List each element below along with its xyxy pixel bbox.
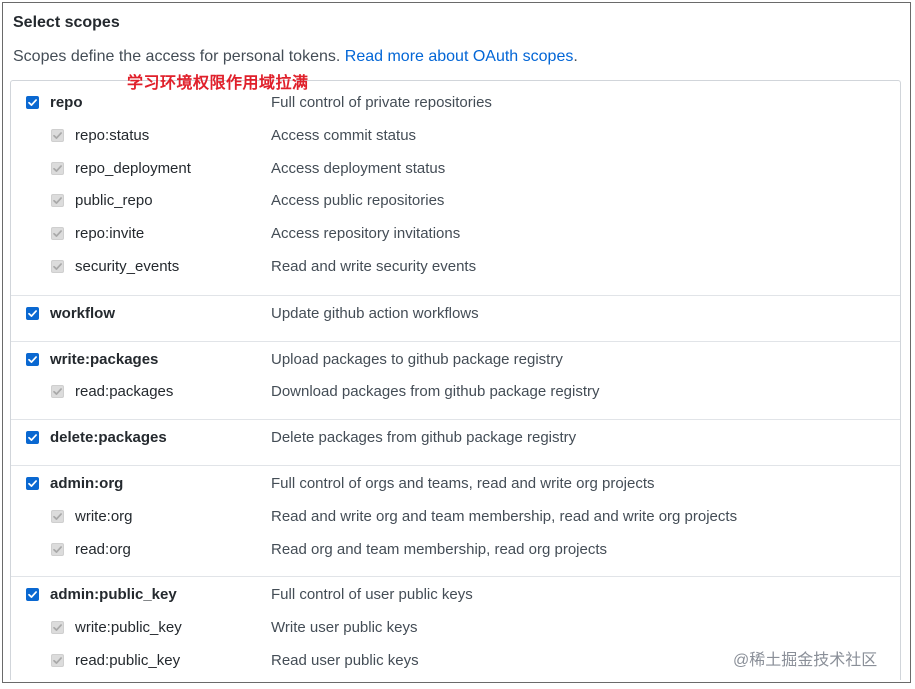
scope-description: Read org and team membership, read org p… <box>271 540 608 558</box>
scope-group: repo Full control of private repositories… <box>11 85 900 295</box>
section-title: Select scopes <box>13 14 120 31</box>
checkmark-icon <box>28 480 37 487</box>
section-description: Scopes define the access for personal to… <box>13 48 578 66</box>
scope-group: admin:public_key Full control of user pub… <box>11 576 900 688</box>
scope-row[interactable]: delete:packages Delete packages from gith… <box>11 424 900 457</box>
scope-name: write:packages <box>50 350 159 368</box>
scope-group: delete:packages Delete packages from gith… <box>11 419 900 466</box>
scope-name: repo:invite <box>75 225 145 243</box>
inherited-checkbox <box>51 161 64 175</box>
inherited-checkbox <box>51 227 64 241</box>
inherited-checkbox <box>51 128 64 142</box>
scope-row[interactable]: public_repo Access public repositories <box>11 187 900 220</box>
inherited-checkbox <box>51 621 64 635</box>
checkmark-icon <box>28 434 37 442</box>
scope-description: Full control of user public keys <box>271 586 473 604</box>
inherited-checkbox <box>51 260 64 273</box>
scope-description: Access deployment status <box>271 159 446 177</box>
checkmark-icon <box>53 230 62 238</box>
scope-name: workflow <box>50 304 116 322</box>
checkmark-icon <box>53 657 62 664</box>
scope-row[interactable]: workflow Update github action workflows <box>11 300 900 333</box>
scope-row[interactable]: admin:public_key Full control of user pub… <box>11 581 900 614</box>
scope-name: repo:status <box>75 126 150 144</box>
scope-description: Full control of orgs and teams, read and… <box>271 475 655 492</box>
scope-name: admin:org <box>50 475 124 492</box>
scope-name: admin:public_key <box>50 586 177 604</box>
inherited-checkbox <box>51 194 64 208</box>
watermark: @稀土掘金技术社区 <box>733 652 878 669</box>
checkmark-icon <box>53 388 62 396</box>
scope-checkbox[interactable] <box>26 96 39 109</box>
scope-description: Upload packages to github package regist… <box>271 350 563 368</box>
scope-name: read:org <box>75 540 131 558</box>
checkmark-icon <box>28 355 37 363</box>
scope-name: repo_deployment <box>75 159 191 177</box>
scope-checkbox[interactable] <box>26 588 39 602</box>
checkmark-icon <box>53 512 62 520</box>
scope-row[interactable]: read:packages Download packages from gith… <box>11 378 900 411</box>
scope-name: read:public_key <box>75 651 181 669</box>
checkmark-icon <box>53 164 62 172</box>
checkmark-icon <box>53 624 62 632</box>
checkmark-icon <box>28 591 37 599</box>
inherited-checkbox <box>51 385 64 399</box>
checkmark-icon <box>53 197 62 205</box>
scope-list: repo Full control of private repositories… <box>10 80 901 680</box>
scope-description: Write user public keys <box>271 619 418 637</box>
scope-group: workflow Update github action workflows <box>11 294 900 342</box>
scope-description: Delete packages from github package regi… <box>271 429 577 447</box>
scope-row[interactable]: security_events Read and write security e… <box>11 253 900 286</box>
scope-row[interactable]: admin:org Full control of orgs and teams,… <box>11 470 900 503</box>
scope-row[interactable]: repo:status Access commit status <box>11 122 900 155</box>
checkmark-icon <box>53 263 62 270</box>
checkmark-icon <box>28 99 37 106</box>
scope-row[interactable]: read:org Read org and team membership, re… <box>11 536 900 569</box>
scope-checkbox[interactable] <box>26 306 39 320</box>
inherited-checkbox <box>51 653 64 667</box>
scope-name: delete:packages <box>50 429 167 447</box>
scope-name: repo <box>50 94 83 111</box>
scope-name: read:packages <box>75 383 174 401</box>
scope-checkbox[interactable] <box>26 352 39 366</box>
scope-group: admin:org Full control of orgs and teams,… <box>11 465 900 577</box>
description-text: Scopes define the access for personal to… <box>13 48 341 65</box>
scope-row[interactable]: write:packages Upload packages to github … <box>11 346 900 379</box>
scope-description: Full control of private repositories <box>271 94 492 111</box>
description-suffix: . <box>573 48 578 65</box>
checkmark-icon <box>53 131 62 139</box>
scope-description: Access public repositories <box>271 192 445 210</box>
scope-checkbox[interactable] <box>26 431 39 445</box>
scope-description: Read and write security events <box>271 258 477 275</box>
scope-description: Read user public keys <box>271 651 419 669</box>
checkmark-icon <box>53 545 62 553</box>
scope-name: public_repo <box>75 192 153 210</box>
inherited-checkbox <box>51 542 64 556</box>
scope-checkbox[interactable] <box>26 477 39 490</box>
scope-row[interactable]: write:org Read and write org and team mem… <box>11 503 900 536</box>
scope-row[interactable]: repo:invite Access repository invitations <box>11 220 900 253</box>
scope-name: write:public_key <box>75 619 182 637</box>
scope-row[interactable]: repo Full control of private repositories <box>11 89 900 122</box>
scope-description: Download packages from github package re… <box>271 383 600 401</box>
oauth-scopes-link[interactable]: Read more about OAuth scopes <box>345 48 574 65</box>
scope-row[interactable]: write:public_key Write user public keys <box>11 614 900 647</box>
scope-row[interactable]: repo_deployment Access deployment status <box>11 155 900 188</box>
scope-description: Access commit status <box>271 126 417 144</box>
checkmark-icon <box>28 309 37 317</box>
scope-name: security_events <box>75 258 180 275</box>
scope-group: write:packages Upload packages to github … <box>11 340 900 421</box>
scope-description: Access repository invitations <box>271 225 461 243</box>
red-annotation: 学习环境权限作用域拉满 <box>127 75 309 92</box>
scope-description: Read and write org and team membership, … <box>271 507 738 525</box>
scope-description: Update github action workflows <box>271 304 479 322</box>
inherited-checkbox <box>51 509 64 523</box>
scope-name: write:org <box>75 507 133 525</box>
